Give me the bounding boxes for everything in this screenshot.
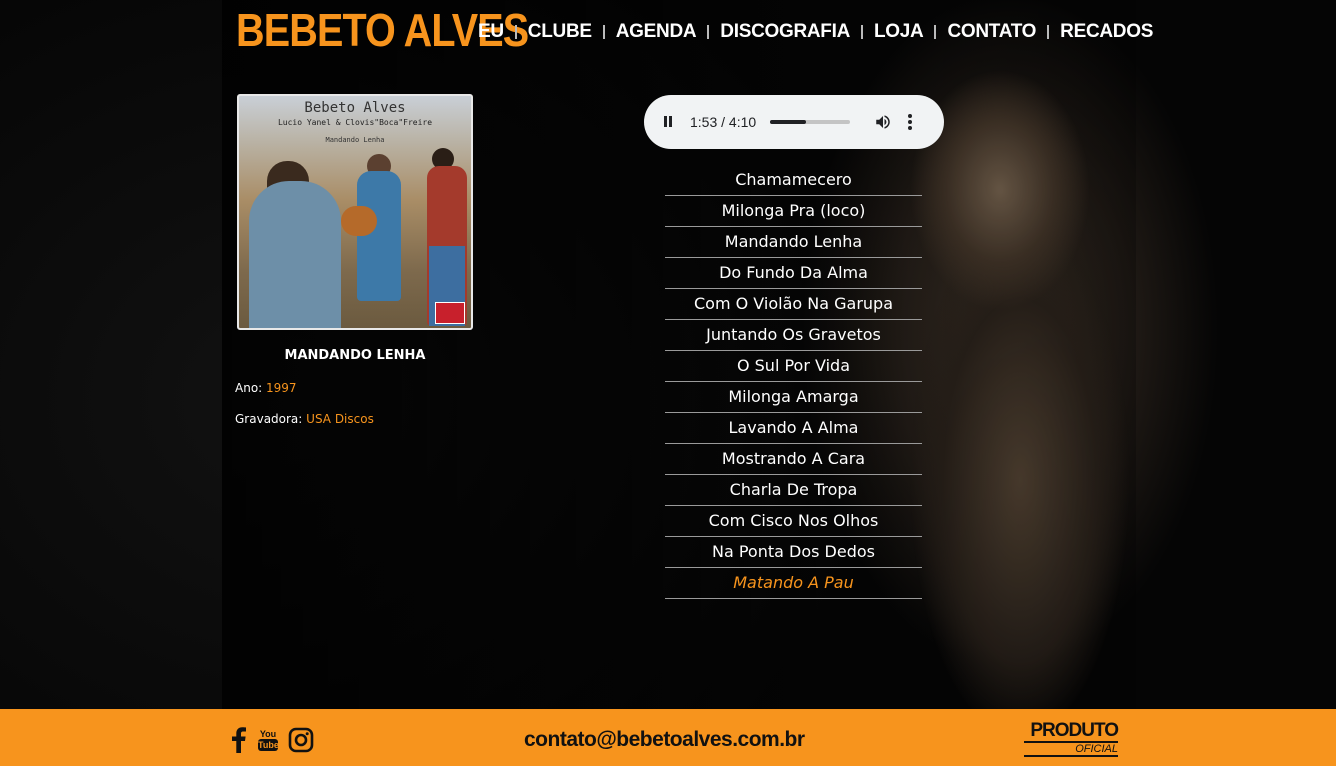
nav-item-loja[interactable]: LOJA [874,21,924,43]
nav-separator [707,25,710,39]
badge-line2: OFICIAL [1024,741,1118,757]
nav-item-clube[interactable]: CLUBE [528,21,592,43]
track-item[interactable]: Milonga Pra (loco) [665,196,922,227]
social-links: You Tube [232,727,314,753]
nav-separator [934,25,937,39]
nav-separator [514,25,517,39]
track-item[interactable]: Com O Violão Na Garupa [665,289,922,320]
nav-item-discografia[interactable]: DISCOGRAFIA [720,21,850,43]
year-value: 1997 [266,381,297,395]
album-label: Gravadora: USA Discos [235,412,374,426]
cover-artist-text: Bebeto Alves [304,100,406,116]
track-item[interactable]: Lavando A Alma [665,413,922,444]
track-item[interactable]: O Sul Por Vida [665,351,922,382]
more-options-icon[interactable] [908,114,913,130]
album-title: MANDANDO LENHA [284,348,426,363]
track-item[interactable]: Charla De Tropa [665,475,922,506]
track-item[interactable]: Na Ponta Dos Dedos [665,537,922,568]
track-item[interactable]: Juntando Os Gravetos [665,320,922,351]
usa-discos-logo-icon [435,302,465,324]
facebook-icon[interactable] [232,727,246,753]
nav-separator [1047,25,1050,39]
track-list: Chamamecero Milonga Pra (loco) Mandando Le… [665,165,922,599]
instagram-icon[interactable] [288,727,314,753]
nav-item-contato[interactable]: CONTATO [947,21,1036,43]
youtube-icon-text-bottom: Tube [258,739,279,751]
track-item[interactable]: Com Cisco Nos Olhos [665,506,922,537]
badge-line1: PRODUTO [1030,720,1119,741]
audio-player: 1:53 / 4:10 [644,95,944,149]
nav-item-agenda[interactable]: AGENDA [616,21,697,43]
record-label-label: Gravadora: [235,412,303,426]
youtube-icon[interactable]: You Tube [258,729,279,751]
nav-separator [861,25,863,39]
album-year: Ano: 1997 [235,381,297,395]
footer: You Tube contato@bebetoalves.com.br PROD… [0,709,1336,766]
pause-icon[interactable] [662,115,674,129]
main-nav: EU CLUBE AGENDA DISCOGRAFIA LOJA CONTATO… [478,19,1153,45]
cover-title-text: Mandando Lenha [325,136,385,144]
track-item[interactable]: Matando A Pau [665,568,922,599]
album-cover: Bebeto Alves Lucio Yanel & Clovis"Boca"F… [237,94,473,330]
time-display: 1:53 / 4:10 [690,114,757,130]
progress-slider[interactable] [770,120,851,124]
track-item[interactable]: Chamamecero [665,165,922,196]
track-item[interactable]: Milonga Amarga [665,382,922,413]
track-item[interactable]: Mandando Lenha [665,227,922,258]
youtube-icon-text-top: You [259,729,277,739]
produto-oficial-badge: PRODUTO OFICIAL [1024,720,1119,757]
cover-figure [249,181,341,328]
volume-icon[interactable] [874,113,892,131]
nav-item-recados[interactable]: RECADOS [1060,21,1153,43]
progress-fill [770,120,807,124]
cover-subtitle-text: Lucio Yanel & Clovis"Boca"Freire [277,118,433,127]
record-label-value: USA Discos [306,412,374,426]
nav-separator [602,25,605,39]
track-item[interactable]: Do Fundo Da Alma [665,258,922,289]
cover-figure [357,171,401,301]
cover-guitar [341,206,377,236]
year-label: Ano: [235,381,263,395]
nav-item-eu[interactable]: EU [478,21,504,43]
track-item[interactable]: Mostrando A Cara [665,444,922,475]
contact-email-link[interactable]: contato@bebetoalves.com.br [524,728,805,752]
